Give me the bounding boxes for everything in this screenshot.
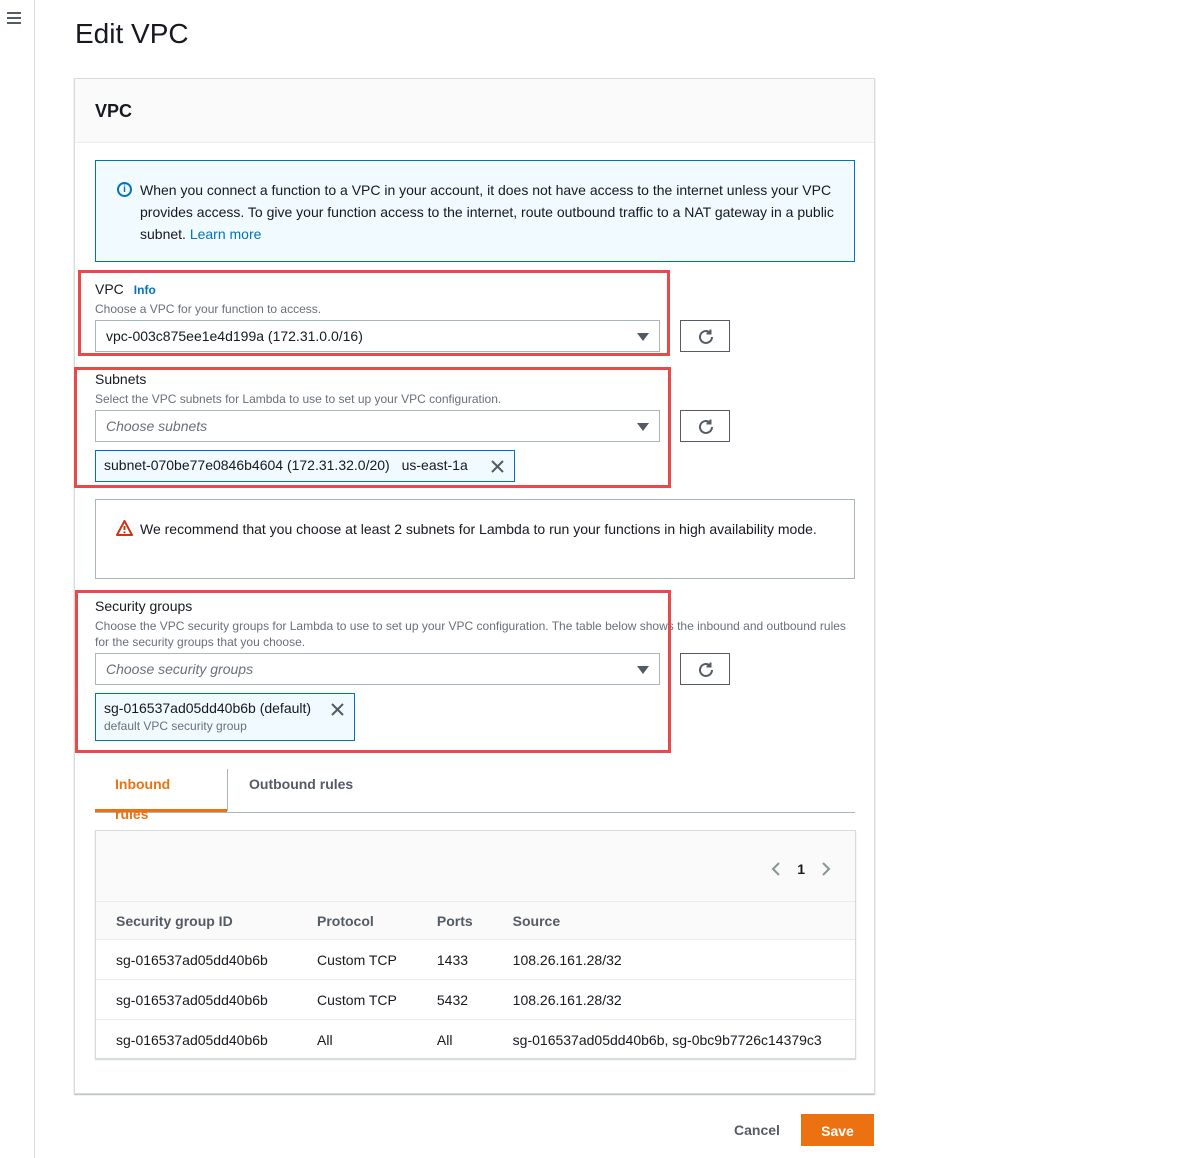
subnets-label: Subnets [95,371,147,387]
chevron-left-icon[interactable] [771,862,781,876]
table-cell: 5432 [416,979,493,1020]
vpc-label: VPC Info [95,281,156,297]
warning-text: We recommend that you choose at least 2 … [140,521,817,537]
save-button[interactable]: Save [801,1114,874,1146]
learn-more-link[interactable]: Learn more [190,226,262,242]
warning-icon [116,520,133,536]
vpc-info-link[interactable]: Info [134,283,156,297]
column-header: Ports [416,901,493,940]
rules-table-container: 1 Security group ID Protocol Ports Sourc… [95,830,856,1059]
column-header: Security group ID [96,901,297,940]
caret-down-icon [637,333,649,341]
subnets-select[interactable]: Choose subnets [95,410,660,442]
warning-alert: We recommend that you choose at least 2 … [95,499,855,579]
page-number[interactable]: 1 [797,861,805,877]
security-group-token: sg-016537ad05dd40b6b (default) default V… [95,693,355,741]
tab-divider [227,769,228,811]
chevron-right-icon[interactable] [821,862,831,876]
subnet-token-zone: us-east-1a [401,457,468,473]
vpc-label-text: VPC [95,281,124,297]
refresh-icon [699,662,713,677]
card-header: VPC [75,79,874,143]
side-navigation-strip [0,0,35,1158]
menu-icon[interactable] [7,12,21,24]
subnet-token: subnet-070be77e0846b4604 (172.31.32.0/20… [95,450,515,482]
cancel-button[interactable]: Cancel [718,1115,796,1145]
rules-tabs: Inbound rules Outbound rules [95,769,855,822]
page-title: Edit VPC [75,18,189,49]
vpc-refresh-button[interactable] [680,320,730,352]
table-cell: All [436,1031,453,1048]
close-icon[interactable] [331,703,344,716]
vpc-selected-value: vpc-003c875ee1e4d199a (172.31.0.0/16) [106,328,363,344]
table-row: sg-016537ad05dd40b6b Custom TCP 1433 108… [96,939,855,980]
refresh-icon [699,329,713,344]
subnets-placeholder: Choose subnets [106,418,208,434]
subnets-description: Select the VPC subnets for Lambda to use… [95,392,502,406]
rules-table: Security group ID Protocol Ports Source … [96,901,855,1060]
tab-inbound-rules[interactable]: Inbound rules [95,769,227,822]
table-cell: sg-016537ad05dd40b6b [96,939,297,980]
table-cell: Custom TCP [297,979,417,1020]
table-row: sg-016537ad05dd40b6b Custom TCP 5432 108… [96,979,855,1020]
table-row: sg-016537ad05dd40b6b All All sg-016537ad… [96,1020,855,1060]
subnets-refresh-button[interactable] [680,410,730,442]
vpc-description: Choose a VPC for your function to access… [95,302,322,316]
column-header: Source [492,901,855,940]
security-groups-placeholder: Choose security groups [106,661,254,677]
security-group-token-name: sg-016537ad05dd40b6b (default) [104,700,312,716]
table-cell: 108.26.161.28/32 [492,939,855,980]
table-cell: 1433 [416,939,493,980]
table-cell: 108.26.161.28/32 [492,979,855,1020]
table-cell: Custom TCP [297,939,417,980]
vpc-card: VPC i When you connect a function to a V… [74,78,875,1094]
table-cell: sg-016537ad05dd40b6b [96,979,297,1020]
security-groups-description: Choose the VPC security groups for Lambd… [95,619,846,649]
table-cell: All [317,1031,333,1048]
pagination: 1 [771,859,831,879]
security-groups-label: Security groups [95,598,193,614]
tab-outbound-rules[interactable]: Outbound rules [229,769,373,812]
column-header: Protocol [297,901,417,940]
caret-down-icon [637,666,649,674]
table-toolbar: 1 [96,831,855,901]
security-group-token-desc: default VPC security group [104,719,247,733]
close-icon[interactable] [491,460,504,473]
card-title: VPC [95,101,133,121]
subnet-token-id: subnet-070be77e0846b4604 (172.31.32.0/20… [104,457,390,473]
security-groups-select[interactable]: Choose security groups [95,653,660,685]
security-groups-refresh-button[interactable] [680,653,730,685]
vpc-select[interactable]: vpc-003c875ee1e4d199a (172.31.0.0/16) [95,320,660,352]
caret-down-icon [637,423,649,431]
refresh-icon [699,419,713,434]
info-icon: i [117,182,132,197]
table-cell: sg-016537ad05dd40b6b, sg-0bc9b7726c14379… [512,1031,822,1048]
table-cell: sg-016537ad05dd40b6b [116,1031,268,1048]
info-alert: i When you connect a function to a VPC i… [95,160,855,262]
